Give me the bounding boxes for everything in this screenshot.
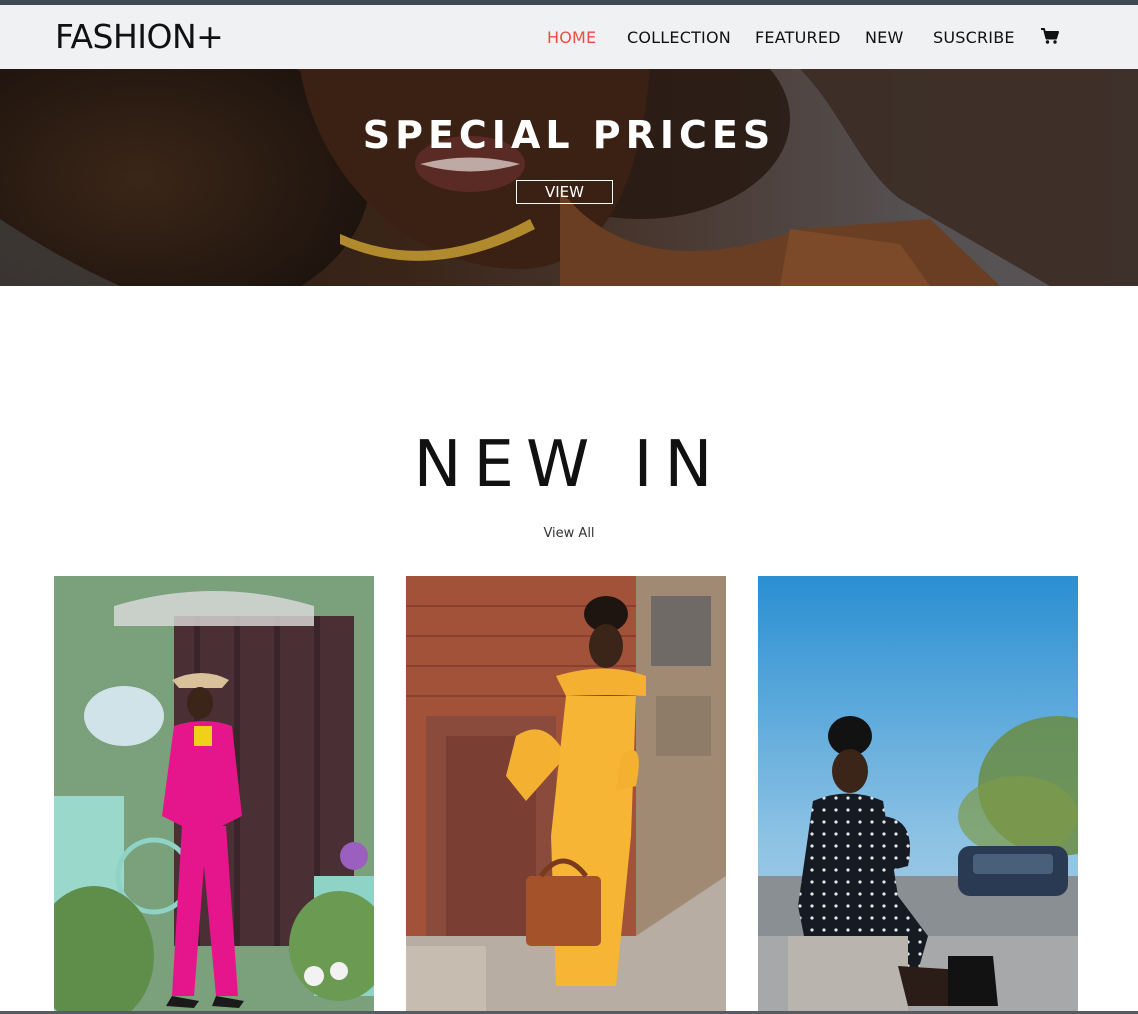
- main-nav: HOME COLLECTION FEATURED NEW SUSCRIBE: [0, 28, 1138, 52]
- hero-view-button[interactable]: VIEW: [516, 180, 613, 204]
- product-card-2[interactable]: [406, 576, 726, 1012]
- nav-suscribe[interactable]: SUSCRIBE: [933, 28, 1015, 47]
- navbar: FASHION+ HOME COLLECTION FEATURED NEW SU…: [0, 5, 1138, 69]
- hero-background-image: [0, 69, 1138, 286]
- view-all-link[interactable]: View All: [543, 526, 594, 541]
- product-image-pink-suit: [54, 576, 374, 1012]
- view-all-link-wrapper: View All: [0, 526, 1138, 541]
- nav-collection[interactable]: COLLECTION: [627, 28, 731, 47]
- nav-featured[interactable]: FEATURED: [755, 28, 841, 47]
- nav-home[interactable]: HOME: [547, 28, 596, 47]
- hero-title: SPECIAL PRICES: [362, 113, 776, 157]
- section-title-new-in: NEW IN: [413, 428, 725, 502]
- product-image-yellow-dress: [406, 576, 726, 1012]
- product-image-polka-dot-dress: [758, 576, 1078, 1012]
- nav-new[interactable]: NEW: [865, 28, 904, 47]
- product-card-3[interactable]: [758, 576, 1078, 1012]
- cart-icon[interactable]: [1040, 26, 1060, 46]
- product-card-1[interactable]: [54, 576, 374, 1012]
- hero-banner: SPECIAL PRICES VIEW: [0, 69, 1138, 286]
